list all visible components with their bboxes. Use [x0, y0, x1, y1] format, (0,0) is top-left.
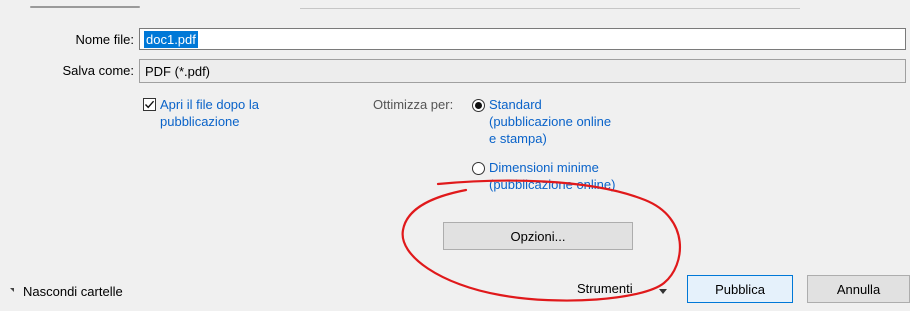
red-annotation-circle: [401, 179, 681, 302]
